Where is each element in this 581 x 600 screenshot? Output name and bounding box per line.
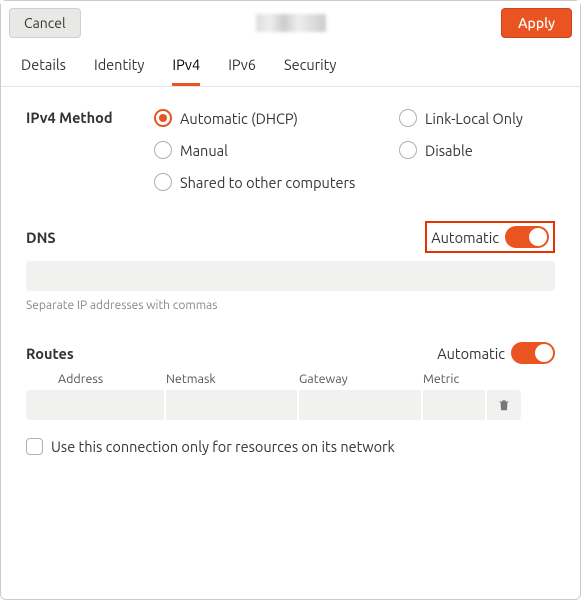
tab-content: IPv4 Method Automatic (DHCP) Link-Local … bbox=[1, 87, 580, 477]
col-netmask: Netmask bbox=[166, 372, 299, 386]
routes-toggle-label: Automatic bbox=[437, 345, 505, 362]
delete-route-button[interactable] bbox=[487, 390, 521, 420]
tab-security[interactable]: Security bbox=[284, 45, 336, 86]
routes-table: Address Netmask Gateway Metric bbox=[26, 372, 555, 420]
network-settings-dialog: Cancel Apply Details Identity IPv4 IPv6 … bbox=[0, 0, 581, 600]
dns-input[interactable] bbox=[26, 261, 555, 291]
radio-label: Disable bbox=[425, 142, 473, 159]
radio-disable[interactable]: Disable bbox=[399, 141, 555, 159]
dialog-title-obscured bbox=[256, 14, 326, 32]
radio-shared[interactable]: Shared to other computers bbox=[154, 173, 555, 191]
radio-label: Manual bbox=[180, 142, 228, 159]
radio-label: Automatic (DHCP) bbox=[180, 110, 298, 127]
col-address: Address bbox=[26, 372, 166, 386]
tab-ipv4[interactable]: IPv4 bbox=[172, 45, 200, 86]
col-metric: Metric bbox=[423, 372, 555, 386]
radio-icon bbox=[154, 141, 172, 159]
ipv4-method-label: IPv4 Method bbox=[26, 109, 154, 191]
radio-link-local[interactable]: Link-Local Only bbox=[399, 109, 555, 127]
radio-icon bbox=[154, 173, 172, 191]
radio-label: Link-Local Only bbox=[425, 110, 523, 127]
tab-details[interactable]: Details bbox=[21, 45, 66, 86]
trash-icon bbox=[497, 398, 511, 412]
radio-icon bbox=[399, 109, 417, 127]
dns-automatic-toggle[interactable] bbox=[505, 226, 549, 248]
dns-section: DNS Automatic Separate IP addresses with… bbox=[26, 221, 555, 312]
dns-label: DNS bbox=[26, 229, 56, 246]
routes-header: Address Netmask Gateway Metric bbox=[26, 372, 555, 390]
route-address-input[interactable] bbox=[26, 390, 164, 420]
route-metric-input[interactable] bbox=[423, 390, 485, 420]
tab-identity[interactable]: Identity bbox=[94, 45, 144, 86]
dns-toggle-label: Automatic bbox=[431, 229, 499, 246]
ipv4-method-options: Automatic (DHCP) Link-Local Only Manual … bbox=[154, 109, 555, 191]
radio-label: Shared to other computers bbox=[180, 174, 355, 191]
dns-automatic-highlight: Automatic bbox=[425, 221, 555, 253]
checkbox-icon bbox=[26, 438, 43, 455]
dialog-header: Cancel Apply bbox=[1, 1, 580, 45]
routes-label: Routes bbox=[26, 345, 74, 362]
checkbox-label: Use this connection only for resources o… bbox=[51, 438, 395, 455]
ipv4-method-section: IPv4 Method Automatic (DHCP) Link-Local … bbox=[26, 109, 555, 191]
tabs-bar: Details Identity IPv4 IPv6 Security bbox=[1, 45, 580, 87]
radio-icon bbox=[154, 109, 172, 127]
apply-button[interactable]: Apply bbox=[501, 8, 572, 38]
col-gateway: Gateway bbox=[299, 372, 423, 386]
table-row bbox=[26, 390, 555, 420]
routes-automatic-toggle[interactable] bbox=[511, 342, 555, 364]
use-only-for-resources-checkbox[interactable]: Use this connection only for resources o… bbox=[26, 438, 555, 455]
routes-section: Routes Automatic Address Netmask Gateway… bbox=[26, 342, 555, 455]
radio-automatic-dhcp[interactable]: Automatic (DHCP) bbox=[154, 109, 399, 127]
route-netmask-input[interactable] bbox=[166, 390, 297, 420]
radio-icon bbox=[399, 141, 417, 159]
route-gateway-input[interactable] bbox=[299, 390, 421, 420]
radio-manual[interactable]: Manual bbox=[154, 141, 399, 159]
tab-ipv6[interactable]: IPv6 bbox=[228, 45, 256, 86]
cancel-button[interactable]: Cancel bbox=[9, 8, 81, 38]
dns-helper-text: Separate IP addresses with commas bbox=[26, 299, 555, 312]
